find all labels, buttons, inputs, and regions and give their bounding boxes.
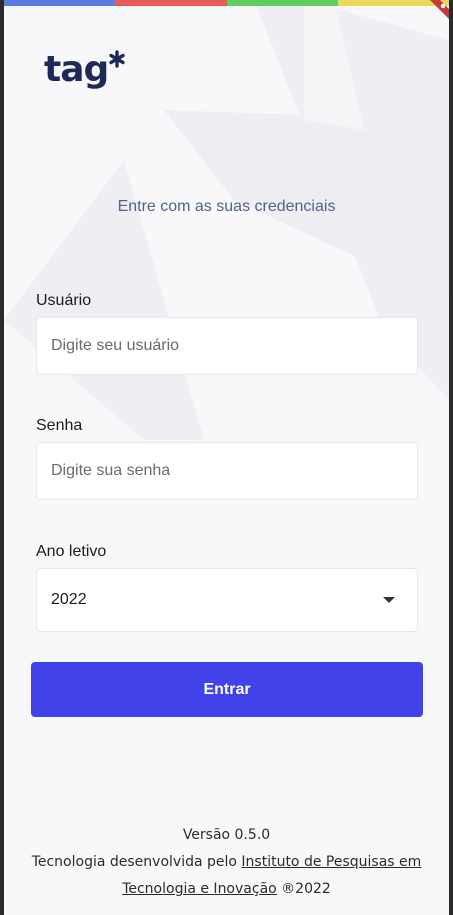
school-year-value: 2022 bbox=[51, 591, 87, 608]
brand-logo: tag bbox=[44, 48, 134, 100]
chevron-down-icon bbox=[383, 597, 395, 603]
color-bar-red bbox=[115, 0, 227, 6]
login-button[interactable]: Entrar bbox=[31, 662, 423, 717]
asterisk-icon bbox=[109, 50, 125, 68]
password-input[interactable] bbox=[36, 442, 418, 500]
credits-text: Tecnologia desenvolvida pelo Instituto d… bbox=[4, 849, 449, 903]
login-screen: tag Entre com as suas credenciais Usuári… bbox=[4, 0, 449, 915]
logo-text: tag bbox=[44, 49, 109, 90]
credits-suffix: ®2022 bbox=[276, 881, 331, 897]
school-year-select[interactable]: 2022 bbox=[36, 568, 418, 632]
debug-ribbon bbox=[430, 0, 449, 19]
color-bar bbox=[4, 0, 449, 6]
footer: Versão 0.5.0 Tecnologia desenvolvida pel… bbox=[4, 822, 449, 903]
login-subtitle: Entre com as suas credenciais bbox=[117, 198, 336, 215]
username-label: Usuário bbox=[36, 292, 92, 309]
color-bar-green bbox=[226, 0, 338, 6]
color-bar-blue bbox=[4, 0, 116, 6]
version-text: Versão 0.5.0 bbox=[182, 827, 271, 843]
school-year-label: Ano letivo bbox=[36, 543, 107, 560]
password-label: Senha bbox=[36, 417, 83, 434]
credits-prefix: Tecnologia desenvolvida pelo bbox=[31, 854, 242, 870]
username-input[interactable] bbox=[36, 317, 418, 375]
